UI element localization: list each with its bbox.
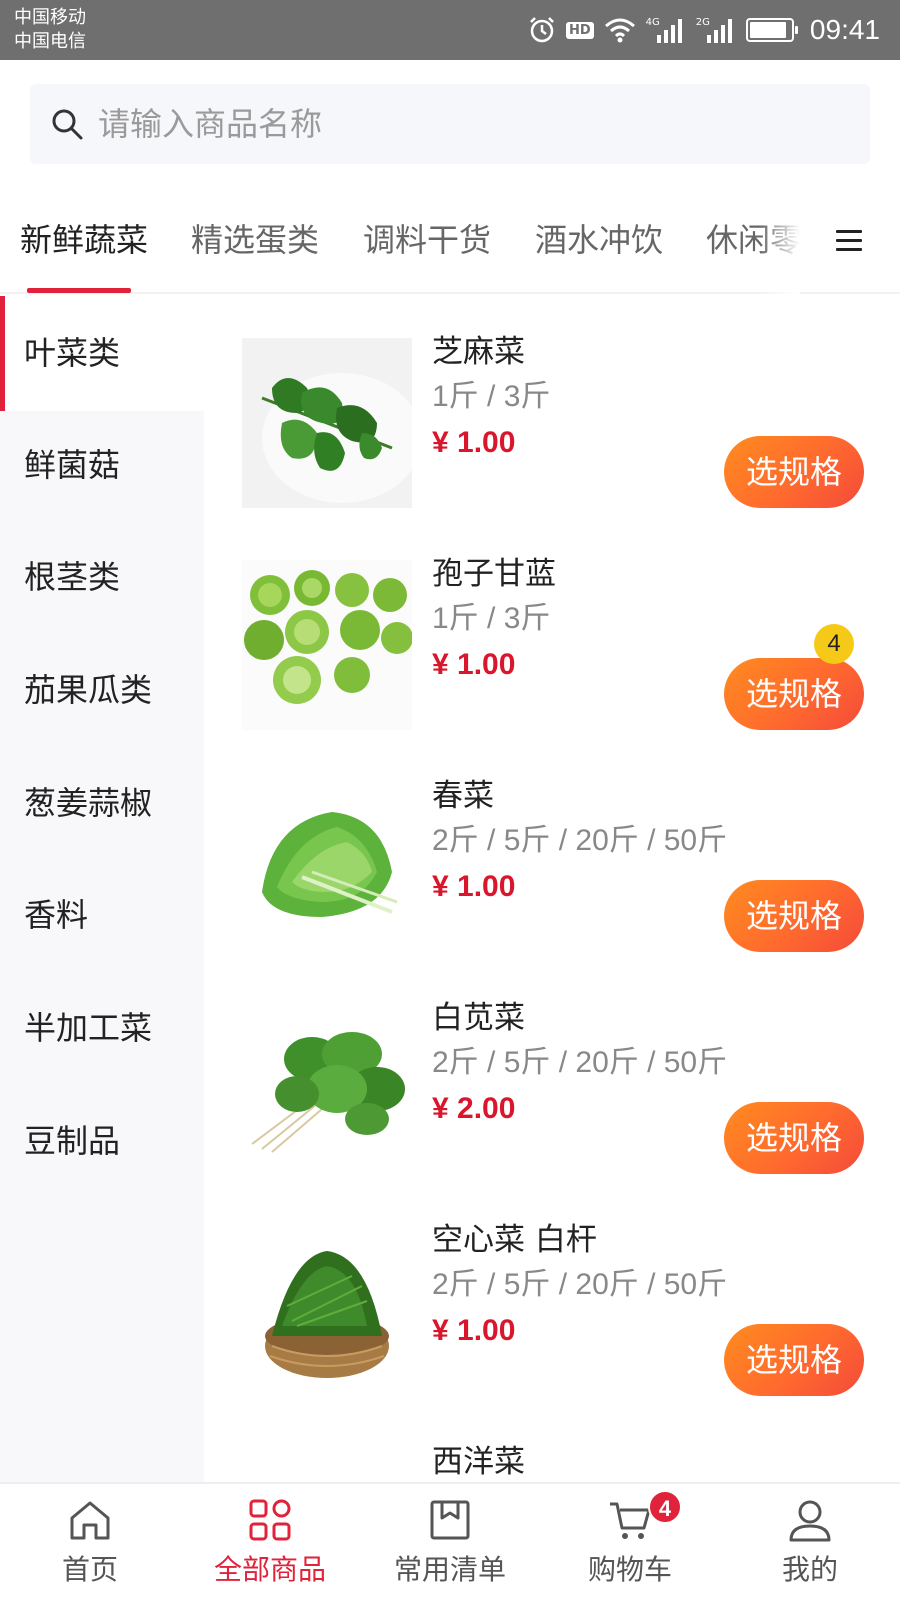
sidebar-item-aromatics[interactable]: 葱姜蒜椒 [0, 746, 204, 861]
sidebar-item-roots[interactable]: 根茎类 [0, 520, 204, 635]
signal-1-icon: 4G [646, 17, 686, 43]
carrier-info: 中国移动 中国电信 [14, 6, 86, 54]
home-icon [70, 1501, 110, 1540]
tab-drinks[interactable]: 酒水冲饮 [535, 216, 663, 264]
brussels-sprouts-image [242, 560, 412, 730]
sidebar-item-mushrooms[interactable]: 鲜菌菇 [0, 408, 204, 523]
product-card[interactable]: 西洋菜 [204, 1406, 900, 1482]
product-card[interactable]: 春菜 2斤 / 5斤 / 20斤 / 50斤 ¥ 1.00 选规格 [204, 740, 900, 966]
select-spec-button[interactable]: 选规格 [724, 1324, 864, 1396]
subcategory-sidebar: 叶菜类 鲜菌菇 根茎类 茄果瓜类 葱姜蒜椒 香料 半加工菜 豆制品 [0, 296, 204, 1482]
search-icon [52, 109, 83, 140]
nav-label: 首页 [61, 1553, 118, 1586]
product-name[interactable]: 西洋菜 [432, 1440, 525, 1482]
product-name[interactable]: 春菜 [432, 774, 494, 818]
battery-icon [745, 18, 798, 42]
alarm-icon [528, 16, 556, 44]
carrier-2: 中国电信 [14, 31, 86, 52]
product-specs: 1斤 / 3斤 [432, 380, 551, 413]
nav-cart[interactable]: 4 购物车 [540, 1484, 720, 1600]
list-box-icon [430, 1500, 470, 1540]
select-spec-button[interactable]: 选规格 [724, 1102, 864, 1174]
nav-label: 我的 [781, 1553, 838, 1586]
product-specs: 2斤 / 5斤 / 20斤 / 50斤 [432, 824, 728, 857]
category-tabs: 新鲜蔬菜 精选蛋类 调料干货 酒水冲饮 休闲零 [0, 190, 900, 294]
product-card[interactable]: 白苋菜 2斤 / 5斤 / 20斤 / 50斤 ¥ 2.00 选规格 [204, 962, 900, 1188]
product-name[interactable]: 孢子甘蓝 [432, 552, 556, 596]
product-list[interactable]: 芝麻菜 1斤 / 3斤 ¥ 1.00 选规格 孢子甘蓝 1斤 / 3斤 ¥ 1.… [204, 296, 900, 1482]
tab-eggs[interactable]: 精选蛋类 [191, 216, 319, 264]
status-bar: 中国移动 中国电信 HD 4G 2G 09:41 [0, 0, 900, 60]
tab-fresh-vegetables[interactable]: 新鲜蔬菜 [20, 216, 148, 264]
nav-home[interactable]: 首页 [0, 1484, 180, 1600]
sidebar-item-spices[interactable]: 香料 [0, 858, 204, 973]
product-name[interactable]: 空心菜 白杆 [432, 1218, 597, 1262]
tab-seasonings[interactable]: 调料干货 [363, 216, 491, 264]
arugula-image [242, 338, 412, 508]
clock: 09:41 [809, 14, 880, 45]
product-card[interactable]: 孢子甘蓝 1斤 / 3斤 ¥ 1.00 选规格 [204, 518, 900, 744]
nav-label: 购物车 [587, 1553, 672, 1586]
status-icons: HD 4G 2G 09:41 [528, 12, 880, 48]
nav-label: 全部商品 [213, 1553, 326, 1586]
wifi-icon [604, 17, 636, 43]
nav-all-products[interactable]: 全部商品 [180, 1484, 360, 1600]
product-card[interactable]: 芝麻菜 1斤 / 3斤 ¥ 1.00 选规格 [204, 296, 900, 522]
tabs-fade [760, 190, 800, 294]
select-spec-button[interactable]: 选规格 [724, 658, 864, 730]
product-specs: 2斤 / 5斤 / 20斤 / 50斤 [432, 1046, 728, 1079]
product-price: ¥ 1.00 [432, 426, 516, 459]
search-bar[interactable] [30, 84, 870, 164]
cart-quantity-badge: 4 [814, 624, 854, 664]
spring-greens-image [242, 782, 412, 952]
user-icon [789, 1500, 831, 1542]
battery-level [749, 22, 786, 38]
cart-count-badge: 4 [648, 1490, 682, 1524]
product-name[interactable]: 芝麻菜 [432, 330, 525, 374]
sidebar-item-leafy[interactable]: 叶菜类 [0, 296, 204, 411]
menu-icon[interactable] [836, 230, 862, 252]
hd-icon: HD [566, 21, 594, 39]
nav-frequent-list[interactable]: 常用清单 [360, 1484, 540, 1600]
nav-profile[interactable]: 我的 [720, 1484, 900, 1600]
cart-icon [610, 1502, 651, 1539]
product-card[interactable]: 空心菜 白杆 2斤 / 5斤 / 20斤 / 50斤 ¥ 1.00 选规格 [204, 1184, 900, 1410]
product-price: ¥ 2.00 [432, 1092, 516, 1125]
network-type-2: 2G [695, 16, 710, 28]
sidebar-item-tofu[interactable]: 豆制品 [0, 1084, 204, 1199]
sidebar-item-semi-processed[interactable]: 半加工菜 [0, 971, 204, 1086]
product-price: ¥ 1.00 [432, 1314, 516, 1347]
bottom-nav: 首页 全部商品 常用清单 4 购物车 我的 [0, 1482, 900, 1600]
active-tab-indicator [27, 288, 131, 293]
grid-icon [249, 1499, 291, 1541]
product-price: ¥ 1.00 [432, 870, 516, 903]
search-input[interactable] [98, 105, 798, 143]
water-spinach-image [242, 1226, 412, 1396]
product-name[interactable]: 白苋菜 [432, 996, 525, 1040]
product-specs: 1斤 / 3斤 [432, 602, 551, 635]
product-price: ¥ 1.00 [432, 648, 516, 681]
signal-2-icon: 2G [696, 17, 736, 43]
carrier-1: 中国移动 [14, 7, 86, 28]
category-tabs-scroll[interactable]: 新鲜蔬菜 精选蛋类 调料干货 酒水冲饮 休闲零 [0, 190, 800, 294]
select-spec-button[interactable]: 选规格 [724, 880, 864, 952]
select-spec-button[interactable]: 选规格 [724, 436, 864, 508]
nav-label: 常用清单 [393, 1553, 506, 1586]
sidebar-item-solanaceous[interactable]: 茄果瓜类 [0, 633, 204, 748]
network-type-1: 4G [645, 16, 660, 28]
amaranth-image [242, 1004, 412, 1174]
product-specs: 2斤 / 5斤 / 20斤 / 50斤 [432, 1268, 728, 1301]
